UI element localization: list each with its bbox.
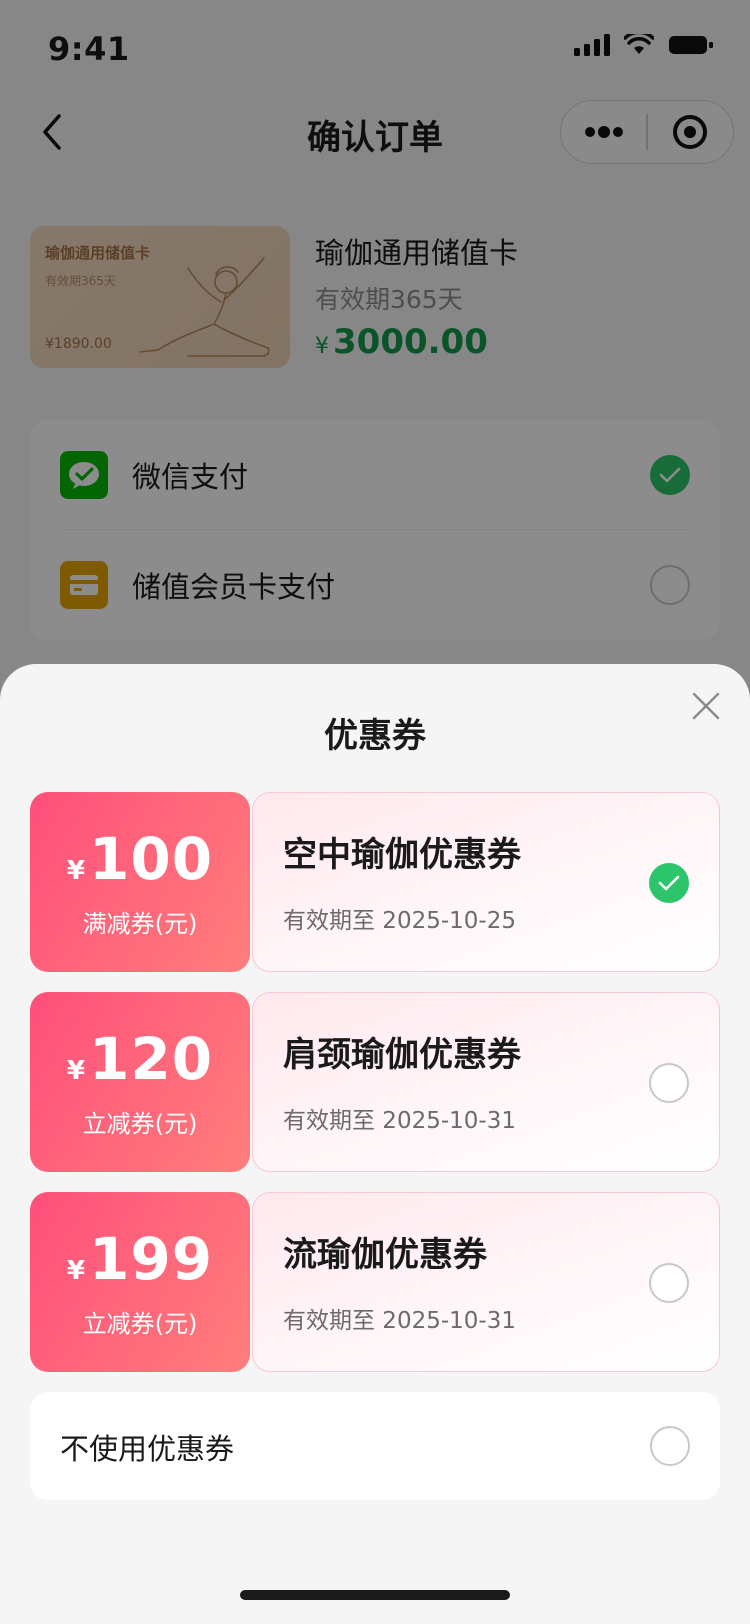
coupon-value-panel: ¥ 199 立减券(元) bbox=[30, 1192, 250, 1372]
coupon-amount: ¥ 199 bbox=[30, 1226, 250, 1292]
coupon-currency: ¥ bbox=[66, 1056, 85, 1086]
coupon-amount-value: 120 bbox=[89, 1025, 214, 1093]
no-coupon-label: 不使用优惠券 bbox=[60, 1432, 235, 1466]
coupon-radio-unselected[interactable] bbox=[649, 1263, 689, 1303]
coupon-card[interactable]: ¥ 120 立减券(元) 肩颈瑜伽优惠券 有效期至 2025-10-31 bbox=[30, 992, 720, 1172]
coupon-name: 空中瑜伽优惠券 bbox=[283, 835, 521, 875]
coupon-expire: 有效期至 2025-10-31 bbox=[283, 1308, 516, 1334]
coupon-name: 流瑜伽优惠券 bbox=[283, 1235, 487, 1275]
check-icon bbox=[658, 875, 680, 891]
coupon-type: 立减券(元) bbox=[82, 1110, 198, 1138]
coupon-info-panel: 空中瑜伽优惠券 有效期至 2025-10-25 bbox=[252, 792, 720, 972]
coupon-currency: ¥ bbox=[66, 856, 85, 886]
coupon-sheet: 优惠券 ¥ 100 满减券(元) 空中瑜伽优惠券 有效期至 2025-10-25 bbox=[0, 664, 750, 1624]
coupon-value-panel: ¥ 100 满减券(元) bbox=[30, 792, 250, 972]
coupon-expire: 有效期至 2025-10-25 bbox=[283, 908, 516, 934]
close-icon bbox=[692, 692, 720, 720]
coupon-amount-value: 100 bbox=[89, 825, 214, 893]
coupon-type: 满减券(元) bbox=[82, 910, 198, 938]
coupon-type: 立减券(元) bbox=[82, 1310, 198, 1338]
no-coupon-option[interactable]: 不使用优惠券 bbox=[30, 1392, 720, 1500]
coupon-expire: 有效期至 2025-10-31 bbox=[283, 1108, 516, 1134]
home-indicator bbox=[240, 1590, 510, 1600]
coupon-info-panel: 肩颈瑜伽优惠券 有效期至 2025-10-31 bbox=[252, 992, 720, 1172]
coupon-card[interactable]: ¥ 199 立减券(元) 流瑜伽优惠券 有效期至 2025-10-31 bbox=[30, 1192, 720, 1372]
coupon-info-panel: 流瑜伽优惠券 有效期至 2025-10-31 bbox=[252, 1192, 720, 1372]
coupon-currency: ¥ bbox=[66, 1256, 85, 1286]
coupon-value-panel: ¥ 120 立减券(元) bbox=[30, 992, 250, 1172]
sheet-title: 优惠券 bbox=[324, 716, 426, 756]
close-sheet-button[interactable] bbox=[688, 688, 724, 724]
coupon-card[interactable]: ¥ 100 满减券(元) 空中瑜伽优惠券 有效期至 2025-10-25 bbox=[30, 792, 720, 972]
coupon-amount: ¥ 120 bbox=[30, 1026, 250, 1092]
no-coupon-radio[interactable] bbox=[650, 1426, 690, 1466]
coupon-amount: ¥ 100 bbox=[30, 826, 250, 892]
coupon-amount-value: 199 bbox=[89, 1225, 214, 1293]
coupon-radio-unselected[interactable] bbox=[649, 1063, 689, 1103]
coupon-name: 肩颈瑜伽优惠券 bbox=[283, 1035, 521, 1075]
coupon-radio-selected[interactable] bbox=[649, 863, 689, 903]
